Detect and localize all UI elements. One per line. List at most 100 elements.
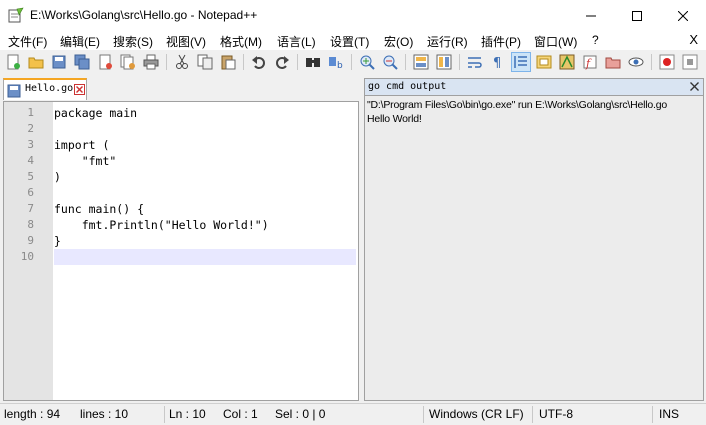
current-line-highlight xyxy=(54,249,356,265)
find-icon[interactable] xyxy=(304,53,322,71)
line-number: 3 xyxy=(27,138,34,151)
status-length: length : 94 xyxy=(4,407,61,421)
new-file-icon[interactable] xyxy=(4,53,22,71)
code-area[interactable]: package main import ( "fmt") func main() {… xyxy=(54,102,358,400)
toolbar-separator xyxy=(351,54,352,70)
status-encoding[interactable]: UTF-8 xyxy=(539,407,573,421)
status-lines: lines : 10 xyxy=(80,407,129,421)
status-line-number: Ln : 10 xyxy=(169,407,206,421)
toolbar: b ¶ f xyxy=(0,50,706,75)
line-number: 7 xyxy=(27,202,34,215)
word-wrap-icon[interactable] xyxy=(466,53,484,71)
tab-label: Hello.go xyxy=(25,83,74,94)
document-map-icon[interactable] xyxy=(535,53,553,71)
toolbar-separator xyxy=(297,54,298,70)
show-all-chars-icon[interactable]: ¶ xyxy=(489,53,507,71)
code-line: "fmt" xyxy=(54,154,117,168)
folder-as-workspace-icon[interactable] xyxy=(604,53,622,71)
redo-icon[interactable] xyxy=(273,53,291,71)
menu-plugins[interactable]: 插件(P) xyxy=(481,33,521,50)
function-list-icon[interactable] xyxy=(558,53,576,71)
output-console[interactable]: "D:\Program Files\Go\bin\go.exe" run E:\… xyxy=(365,96,703,400)
menu-language[interactable]: 语言(L) xyxy=(277,33,316,50)
maximize-icon xyxy=(632,10,642,21)
status-insert-mode[interactable]: INS xyxy=(659,407,679,421)
window-title: E:\Works\Golang\src\Hello.go - Notepad++ xyxy=(30,8,258,22)
menu-bar: 文件(F) 编辑(E) 搜索(S) 视图(V) 格式(M) 语言(L) 设置(T… xyxy=(0,31,706,50)
tab-close-icon[interactable] xyxy=(74,84,85,98)
line-number: 6 xyxy=(27,186,34,199)
close-all-icon[interactable] xyxy=(119,53,137,71)
print-icon[interactable] xyxy=(142,53,160,71)
document-tab-bar: Hello.go xyxy=(0,76,362,101)
output-line: "D:\Program Files\Go\bin\go.exe" run E:\… xyxy=(367,99,668,111)
paste-icon[interactable] xyxy=(219,53,237,71)
menu-search[interactable]: 搜索(S) xyxy=(113,33,153,50)
output-line: Hello World! xyxy=(367,113,422,125)
close-panel-icon[interactable] xyxy=(689,81,700,92)
minimize-button[interactable] xyxy=(568,0,614,31)
go-cmd-output-panel: go cmd output "D:\Program Files\Go\bin\g… xyxy=(364,78,704,401)
line-number: 1 xyxy=(27,106,34,119)
status-separator xyxy=(532,406,533,423)
code-editor[interactable]: 1 2 3 4 5 6 7 8 9 10 package main import ( "fmt") f… xyxy=(3,101,359,401)
menu-edit[interactable]: 编辑(E) xyxy=(60,33,100,50)
sync-horizontal-icon[interactable] xyxy=(435,53,453,71)
replace-icon[interactable]: b xyxy=(327,53,345,71)
record-macro-icon[interactable] xyxy=(658,53,676,71)
open-file-icon[interactable] xyxy=(27,53,45,71)
cut-icon[interactable] xyxy=(173,53,191,71)
menu-help[interactable]: ? xyxy=(592,33,599,47)
folder-workspace-icon[interactable]: f xyxy=(581,53,599,71)
status-separator xyxy=(164,406,165,423)
line-number: 10 xyxy=(20,250,34,263)
code-line: } xyxy=(54,234,61,248)
save-all-icon[interactable] xyxy=(73,53,91,71)
status-selection: Sel : 0 | 0 xyxy=(275,407,326,421)
line-number: 9 xyxy=(27,234,34,247)
saved-file-icon xyxy=(7,84,21,101)
output-panel-title: go cmd output xyxy=(368,81,447,92)
menu-format[interactable]: 格式(M) xyxy=(220,33,262,50)
menu-window[interactable]: 窗口(W) xyxy=(534,33,577,50)
undo-icon[interactable] xyxy=(250,53,268,71)
line-number-gutter: 1 2 3 4 5 6 7 8 9 10 xyxy=(4,102,53,400)
code-line: import ( xyxy=(54,138,110,152)
close-icon xyxy=(678,10,688,21)
menu-settings[interactable]: 设置(T) xyxy=(330,33,369,50)
zoom-in-icon[interactable] xyxy=(358,53,376,71)
status-separator xyxy=(652,406,653,423)
line-number: 8 xyxy=(27,218,34,231)
toolbar-separator xyxy=(243,54,244,70)
indent-guide-icon[interactable] xyxy=(511,52,531,72)
title-bar: E:\Works\Golang\src\Hello.go - Notepad++ xyxy=(0,0,706,31)
zoom-out-icon[interactable] xyxy=(381,53,399,71)
close-file-icon[interactable] xyxy=(96,53,114,71)
output-panel-header: go cmd output xyxy=(365,79,703,96)
status-eol-format[interactable]: Windows (CR LF) xyxy=(429,407,524,421)
status-bar: length : 94 lines : 10 Ln : 10 Col : 1 S… xyxy=(0,403,706,425)
status-column: Col : 1 xyxy=(223,407,258,421)
code-line: fmt.Println("Hello World!") xyxy=(54,218,269,232)
line-number: 2 xyxy=(27,122,34,135)
close-window-button[interactable] xyxy=(660,0,706,31)
copy-icon[interactable] xyxy=(196,53,214,71)
toolbar-separator xyxy=(651,54,652,70)
menu-view[interactable]: 视图(V) xyxy=(166,33,206,50)
close-document-button[interactable]: X xyxy=(689,32,698,47)
code-line: func main() { xyxy=(54,202,145,216)
status-separator xyxy=(423,406,424,423)
svg-text:b: b xyxy=(337,61,343,70)
menu-run[interactable]: 运行(R) xyxy=(427,33,468,50)
menu-macro[interactable]: 宏(O) xyxy=(384,33,413,50)
maximize-button[interactable] xyxy=(614,0,660,31)
code-line: ) xyxy=(54,170,61,184)
code-line: package main xyxy=(54,106,138,120)
line-number: 4 xyxy=(27,154,34,167)
sync-vertical-icon[interactable] xyxy=(412,53,430,71)
stop-macro-icon[interactable] xyxy=(681,53,699,71)
save-icon[interactable] xyxy=(50,53,68,71)
tab-hello-go[interactable]: Hello.go xyxy=(3,78,87,100)
menu-file[interactable]: 文件(F) xyxy=(8,33,47,50)
monitoring-icon[interactable] xyxy=(627,53,645,71)
